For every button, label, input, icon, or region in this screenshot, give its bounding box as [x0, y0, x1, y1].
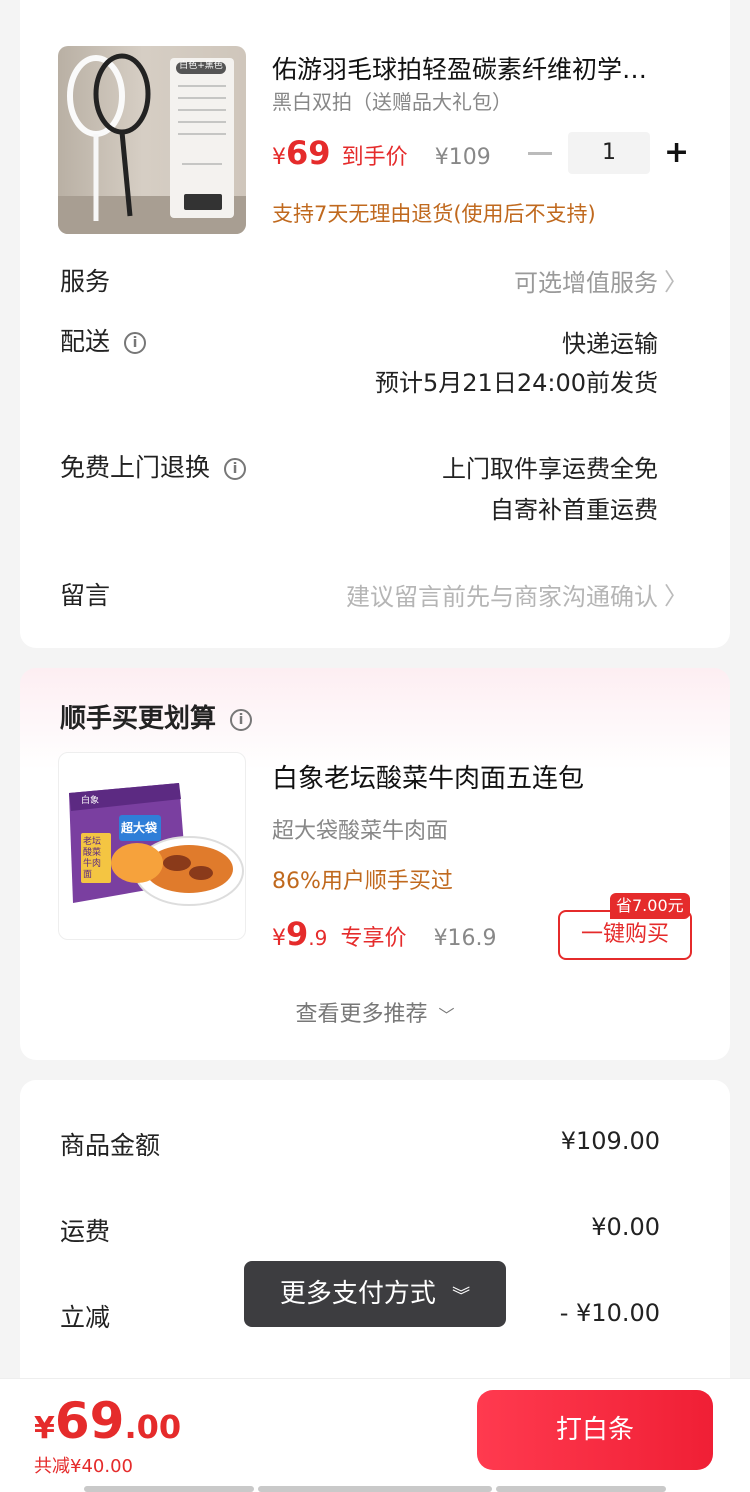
delivery-label: 配送 i	[60, 322, 147, 358]
goods-amount-label: 商品金额	[60, 1131, 161, 1160]
price-label: 到手价	[341, 145, 408, 170]
recommend-heading: 顺手买更划算 i	[60, 698, 253, 735]
more-recommend-link[interactable]: 查看更多推荐 ﹀	[0, 996, 750, 1028]
quantity-increase-button[interactable]: +	[664, 138, 689, 168]
price-symbol: ¥	[272, 926, 286, 951]
delivery-value: 快递运输	[562, 330, 658, 358]
discount-value: - ¥10.00	[559, 1299, 660, 1327]
social-proof: 86%用户顺手买过	[272, 869, 453, 894]
recommend-heading-text: 顺手买更划算	[60, 704, 217, 734]
package-flavor: 老坛酸菜牛肉面	[83, 837, 102, 880]
return-policy: 支持7天无理由退货(使用后不支持)	[272, 202, 596, 226]
recommend-original-price: ¥16.9	[433, 926, 497, 951]
service-value[interactable]: 可选增值服务	[514, 263, 658, 298]
double-chevron-down-icon: ︾	[452, 1286, 471, 1307]
delivery-eta: 预计5月21日24:00前发货	[375, 369, 658, 397]
package-badge: 超大袋	[121, 821, 158, 835]
recommend-title[interactable]: 白象老坛酸菜牛肉面五连包	[272, 758, 584, 795]
image-tag: 白色+黑色	[179, 61, 223, 71]
shipping-value: ¥0.00	[591, 1213, 660, 1241]
message-label: 留言	[60, 581, 111, 610]
chevron-down-icon: ﹀	[438, 1006, 455, 1025]
more-payment-text: 更多支付方式	[279, 1279, 436, 1309]
price-symbol: ¥	[272, 145, 286, 170]
goods-amount-value: ¥109.00	[560, 1127, 660, 1155]
recommend-subtitle: 超大袋酸菜牛肉面	[272, 819, 449, 844]
recommend-price-int: 9	[286, 915, 309, 953]
recommend-product-image[interactable]: 白象 超大袋 老坛酸菜牛肉面	[58, 752, 246, 940]
product-variant[interactable]: 黑白双拍（送赠品大礼包）	[272, 86, 512, 115]
recommend-price-group: ¥9.9 专享价 ¥16.9	[272, 915, 497, 953]
more-payment-toast[interactable]: 更多支付方式 ︾	[244, 1261, 506, 1327]
product-image[interactable]: 白色+黑色	[58, 46, 246, 234]
product-price: 69	[286, 134, 331, 172]
home-indicator	[496, 1486, 666, 1492]
chevron-right-icon[interactable]: 〉	[664, 576, 688, 611]
quantity-decrease-button[interactable]	[528, 152, 552, 155]
return-line-2: 自寄补首重运费	[490, 496, 658, 524]
product-title[interactable]: 佑游羽毛球拍轻盈碳素纤维初学…	[272, 50, 684, 86]
total-price: ¥69.00	[34, 1392, 181, 1450]
info-icon[interactable]: i	[224, 458, 247, 480]
free-return-label-text: 免费上门退换	[60, 453, 211, 482]
info-icon[interactable]: i	[230, 708, 253, 731]
recommend-price-label: 专享价	[340, 926, 407, 951]
package-brand: 白象	[81, 796, 100, 806]
home-indicator	[258, 1486, 492, 1492]
badminton-racket-icon	[58, 53, 246, 234]
recommend-price-dec: .9	[308, 926, 328, 950]
quantity-input[interactable]: 1	[568, 132, 650, 174]
total-saved: 共减¥40.00	[34, 1456, 133, 1477]
free-return-label: 免费上门退换 i	[60, 448, 247, 484]
total-dec: .00	[124, 1408, 182, 1446]
more-recommend-text: 查看更多推荐	[295, 1002, 428, 1027]
message-input[interactable]: 建议留言前先与商家沟通确认	[346, 577, 658, 612]
total-int: 69	[54, 1392, 125, 1450]
delivery-label-text: 配送	[60, 327, 111, 356]
original-price: ¥109	[434, 145, 491, 170]
product-price-group: ¥69 到手价 ¥109	[272, 134, 491, 172]
service-label: 服务	[60, 267, 111, 296]
discount-label: 立减	[60, 1303, 111, 1332]
save-badge: 省7.00元	[610, 893, 690, 919]
pay-button[interactable]: 打白条	[477, 1390, 713, 1470]
chevron-right-icon[interactable]: 〉	[664, 262, 688, 297]
return-line-1: 上门取件享运费全免	[442, 455, 658, 483]
total-symbol: ¥	[34, 1411, 55, 1446]
info-icon[interactable]: i	[124, 332, 147, 354]
shipping-label: 运费	[60, 1217, 111, 1246]
home-indicator	[84, 1486, 254, 1492]
